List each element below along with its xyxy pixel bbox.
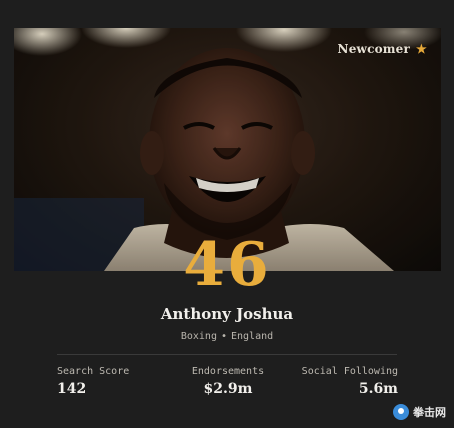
star-icon: ★ — [416, 42, 427, 56]
athlete-name: Anthony Joshua — [160, 305, 294, 323]
athlete-country: England — [231, 331, 274, 342]
stat-label: Search Score — [57, 366, 130, 377]
badge-label: Newcomer — [337, 42, 411, 56]
stat-label: Endorsements — [191, 366, 265, 377]
athlete-card: Newcomer ★ 46 Anthony Joshua Boxing • Engl… — [0, 0, 454, 428]
athlete-meta: Boxing • England — [0, 331, 454, 342]
watermark-text: 拳击网 — [413, 406, 446, 419]
athlete-sport: Boxing — [180, 331, 217, 342]
stat-label: Social Following — [301, 366, 398, 377]
stat-social-following: Social Following 5.6m — [300, 366, 398, 397]
stat-value: $2.9m — [203, 381, 253, 397]
stat-value: 142 — [57, 381, 87, 397]
watermark: 拳击网 — [393, 404, 446, 420]
rank-number: 46 — [183, 230, 271, 300]
stat-search-score: Search Score 142 — [57, 366, 129, 397]
meta-separator: • — [220, 331, 227, 342]
newcomer-badge: Newcomer ★ — [338, 42, 427, 56]
wechat-logo-icon — [393, 404, 409, 420]
stat-value: 5.6m — [358, 381, 398, 397]
stat-endorsements: Endorsements $2.9m — [190, 366, 266, 397]
divider — [57, 354, 397, 355]
